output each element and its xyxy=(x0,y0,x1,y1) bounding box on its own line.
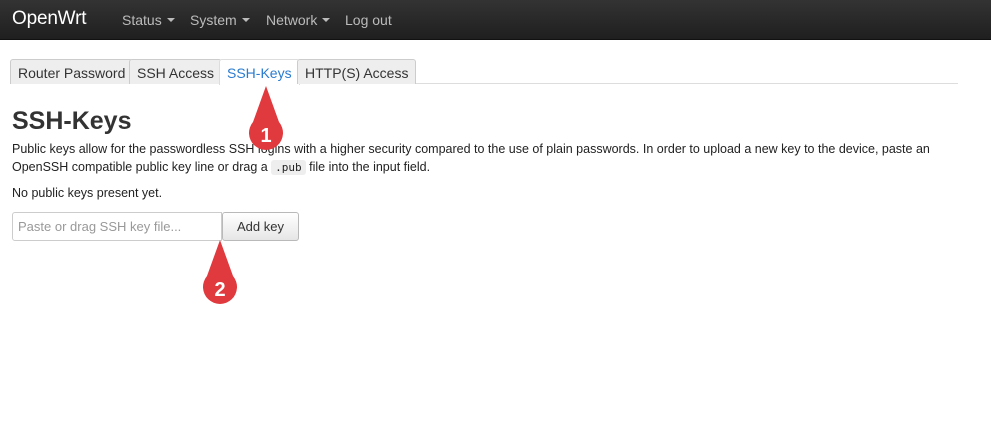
caret-down-icon xyxy=(241,18,250,23)
add-key-button[interactable]: Add key xyxy=(222,212,299,241)
nav-status-menu[interactable]: Status xyxy=(122,12,175,28)
page-description: Public keys allow for the passwordless S… xyxy=(12,140,962,177)
nav-system-menu[interactable]: System xyxy=(190,12,250,28)
marker-1-label: 1 xyxy=(260,125,272,147)
nav-status-label: Status xyxy=(122,12,162,28)
ssh-key-input[interactable] xyxy=(12,212,222,241)
caret-down-icon xyxy=(166,18,175,23)
nav-logout-link[interactable]: Log out xyxy=(345,12,392,28)
annotation-marker-1: 1 xyxy=(246,86,286,156)
brand-logo[interactable]: OpenWrt xyxy=(12,8,86,30)
tab-ssh-access[interactable]: SSH Access xyxy=(129,59,223,84)
no-keys-status: No public keys present yet. xyxy=(12,186,163,200)
nav-network-label: Network xyxy=(266,12,318,28)
pub-extension-code: .pub xyxy=(271,160,306,175)
caret-down-icon xyxy=(322,18,331,23)
page-title: SSH-Keys xyxy=(12,107,132,135)
tab-https-access[interactable]: HTTP(S) Access xyxy=(297,59,417,84)
top-navbar: OpenWrt Status System Network Log out xyxy=(0,0,991,40)
tab-router-password[interactable]: Router Password xyxy=(10,59,134,84)
tab-ssh-keys[interactable]: SSH-Keys xyxy=(219,59,300,85)
description-text-1: Public keys allow for the passwordless S… xyxy=(12,142,930,174)
annotation-marker-2: 2 xyxy=(200,240,240,310)
description-text-2: file into the input field. xyxy=(305,160,431,174)
nav-system-label: System xyxy=(190,12,237,28)
marker-2-label: 2 xyxy=(214,279,226,301)
nav-network-menu[interactable]: Network xyxy=(266,12,331,28)
